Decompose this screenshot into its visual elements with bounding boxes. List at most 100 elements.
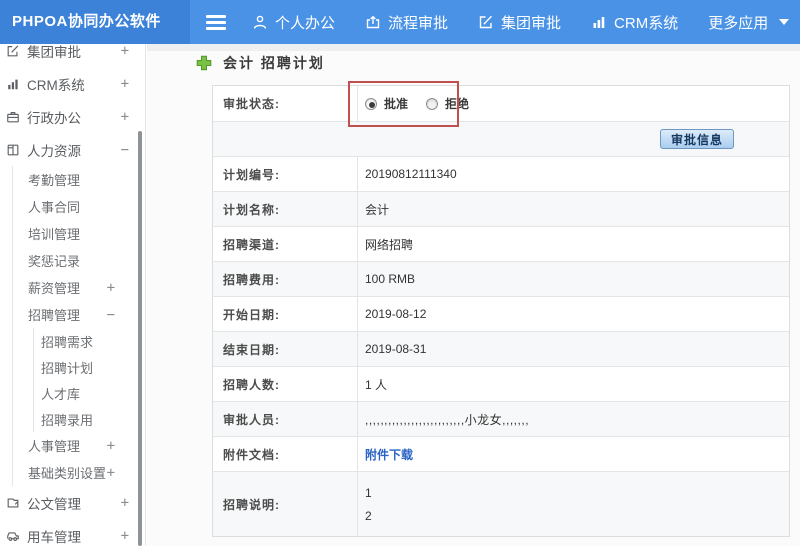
expand-icon[interactable]: +	[107, 465, 115, 481]
sidebar-item-rewards[interactable]: 奖惩记录	[13, 247, 145, 274]
edit-square-icon	[7, 45, 19, 56]
field-label: 审批状态:	[213, 86, 358, 121]
nav-crm-system[interactable]: CRM系统	[591, 12, 678, 33]
page-title-text: 会计 招聘计划	[223, 55, 325, 71]
plan-number-value: 20190812111340	[365, 167, 457, 181]
top-navbar: PHPOA协同办公软件 个人办公 流程审批 集团审批 CRM系统 更多应用	[0, 0, 800, 44]
recruit-channel-value: 网络招聘	[365, 237, 414, 252]
page-title: 会计 招聘计划	[196, 53, 325, 73]
radio-approve-button[interactable]	[365, 97, 377, 110]
start-date-value: 2019-08-12	[365, 307, 427, 321]
sidebar-item-base-category[interactable]: 基础类别设置 +	[13, 459, 145, 486]
sidebar-item-hr-contract[interactable]: 人事合同	[13, 193, 145, 220]
headcount-value: 1 人	[365, 377, 388, 392]
radio-reject[interactable]: 拒绝	[426, 95, 469, 112]
nav-flow-approval[interactable]: 流程审批	[365, 12, 448, 33]
expand-icon[interactable]: +	[121, 44, 129, 59]
book-icon	[7, 144, 19, 155]
expand-icon[interactable]: +	[121, 109, 129, 125]
radio-reject-label: 拒绝	[445, 97, 470, 111]
row-approvers: 审批人员: ,,,,,,,,,,,,,,,,,,,,,,,,,,小龙女,,,,,…	[213, 401, 789, 436]
nav-item-label: CRM系统	[614, 14, 679, 32]
radio-reject-button[interactable]	[426, 97, 439, 110]
expand-icon[interactable]: +	[107, 280, 115, 296]
sidebar-item-training[interactable]: 培训管理	[13, 220, 145, 247]
nav-group-approval[interactable]: 集团审批	[478, 12, 561, 33]
plan-name-value: 会计	[365, 202, 390, 217]
header-strip	[147, 44, 800, 51]
row-recruit-cost: 招聘费用: 100 RMB	[213, 261, 789, 296]
sidebar-item-recruit-hire[interactable]: 招聘录用	[34, 406, 145, 432]
expand-icon[interactable]: +	[121, 528, 129, 544]
sidebar-item-documents[interactable]: 公文管理 +	[0, 486, 145, 519]
recruit-cost-value: 100 RMB	[365, 272, 416, 286]
nav-item-label: 流程审批	[388, 14, 449, 32]
row-plan-number: 计划编号: 20190812111340	[213, 156, 789, 191]
row-description: 招聘说明: 1 2	[213, 471, 789, 536]
sidebar-item-group-approval[interactable]: 集团审批 +	[0, 44, 145, 67]
sidebar-item-attendance[interactable]: 考勤管理	[13, 166, 145, 193]
collapse-icon[interactable]: −	[107, 307, 115, 323]
row-start-date: 开始日期: 2019-08-12	[213, 296, 789, 331]
attachment-download-link[interactable]: 附件下载	[365, 446, 413, 463]
plus-icon	[196, 55, 212, 71]
approvers-value: ,,,,,,,,,,,,,,,,,,,,,,,,,,小龙女,,,,,,,	[365, 412, 530, 427]
bar-chart-icon	[593, 17, 605, 28]
nav-more-apps[interactable]: 更多应用	[708, 12, 790, 33]
row-recruit-channel: 招聘渠道: 网络招聘	[213, 226, 789, 261]
end-date-value: 2019-08-31	[365, 342, 427, 356]
row-plan-name: 计划名称: 会计	[213, 191, 789, 226]
sidebar-item-label: 用车管理	[27, 529, 81, 545]
expand-icon[interactable]: +	[121, 495, 129, 511]
sidebar-item-talent-pool[interactable]: 人才库	[34, 380, 145, 406]
person-icon	[253, 15, 267, 29]
nav-item-label: 集团审批	[501, 14, 562, 32]
flow-icon	[366, 16, 380, 29]
nav-item-label: 个人办公	[275, 14, 336, 32]
sidebar-item-label: 集团审批	[27, 44, 81, 60]
sidebar-item-salary[interactable]: 薪资管理 +	[13, 274, 145, 301]
description-line: 2	[365, 508, 372, 523]
sidebar-item-vehicle[interactable]: 用车管理 +	[0, 519, 145, 546]
row-approval-status: 审批状态: 批准 拒绝	[213, 86, 789, 121]
approval-radio-group: 批准 拒绝	[365, 95, 469, 112]
menu-toggle-icon[interactable]	[206, 14, 226, 30]
nav-menu: 个人办公 流程审批 集团审批 CRM系统 更多应用	[252, 12, 790, 33]
sidebar-item-recruit-plan[interactable]: 招聘计划	[34, 354, 145, 380]
app-logo[interactable]: PHPOA协同办公软件	[0, 0, 190, 44]
briefcase-icon	[7, 111, 19, 122]
hr-submenu: 考勤管理 人事合同 培训管理 奖惩记录 薪资管理 + 招聘管理 − 招聘需求 招聘计…	[12, 166, 145, 486]
sidebar-item-label: 行政办公	[27, 110, 81, 126]
sidebar-item-label: 公文管理	[27, 496, 81, 512]
radio-approve-label: 批准	[384, 97, 409, 111]
sidebar-item-crm[interactable]: CRM系统 +	[0, 67, 145, 100]
sidebar-item-personnel-mgmt[interactable]: 人事管理 +	[13, 432, 145, 459]
collapse-icon[interactable]: −	[121, 142, 129, 158]
detail-form: 审批状态: 批准 拒绝 审批信息 计划编号: 20190812111340 计划…	[212, 85, 790, 537]
row-end-date: 结束日期: 2019-08-31	[213, 331, 789, 366]
app-window: PHPOA协同办公软件 个人办公 流程审批 集团审批 CRM系统 更多应用 集团…	[0, 0, 800, 546]
row-headcount: 招聘人数: 1 人	[213, 366, 789, 401]
expand-icon[interactable]: +	[121, 76, 129, 92]
bar-chart-icon	[8, 79, 18, 89]
sidebar-item-hr[interactable]: 人力资源 −	[0, 133, 145, 166]
nav-item-label: 更多应用	[708, 14, 769, 32]
row-attachment: 附件文档: 附件下载	[213, 436, 789, 471]
row-approve-info: 审批信息	[213, 121, 789, 156]
expand-icon[interactable]: +	[107, 438, 115, 454]
recruit-submenu: 招聘需求 招聘计划 人才库 招聘录用	[33, 328, 145, 432]
sidebar-item-recruit-demand[interactable]: 招聘需求	[34, 328, 145, 354]
caret-down-icon	[779, 19, 790, 25]
sidebar-item-label: CRM系统	[27, 77, 85, 93]
sidebar-item-admin-office[interactable]: 行政办公 +	[0, 100, 145, 133]
sidebar-scrollbar[interactable]	[138, 131, 142, 546]
nav-personal-office[interactable]: 个人办公	[252, 12, 335, 33]
sidebar-item-label: 人力资源	[27, 143, 81, 159]
edit-icon	[479, 15, 493, 29]
description-line: 1	[365, 485, 372, 500]
car-icon	[7, 531, 19, 541]
radio-approve[interactable]: 批准	[365, 95, 408, 112]
sidebar-item-recruit-mgmt[interactable]: 招聘管理 −	[13, 301, 145, 328]
document-icon	[7, 497, 19, 508]
approve-info-button[interactable]: 审批信息	[659, 129, 734, 149]
